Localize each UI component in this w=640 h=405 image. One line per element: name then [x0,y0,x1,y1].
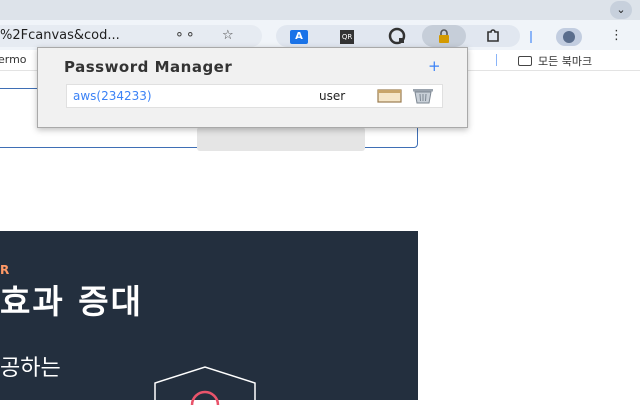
bookmark-item[interactable]: ermo [0,53,27,66]
tab-strip: ⌄ [0,0,640,20]
extensions-area: A QR [276,25,520,47]
browser-menu-icon[interactable]: ⋮ [610,28,623,43]
bookmark-star-icon[interactable]: ☆ [222,28,234,43]
hero-subtitle: 공하는 [0,356,61,381]
bookmarks-divider [496,54,497,66]
address-bar[interactable]: %2Fcanvas&cod... ⚬⚬ ☆ [0,25,262,47]
lock-extension-icon[interactable] [422,25,466,47]
all-bookmarks-label: 모든 북마크 [538,55,593,68]
extensions-puzzle-icon[interactable] [482,25,504,47]
qr-code-icon[interactable]: QR [336,25,358,47]
entry-site-link[interactable]: aws(234233) [73,89,152,103]
translate-extension-icon[interactable]: A [288,25,310,47]
password-manager-popup: Password Manager + aws(234233) user [37,47,468,128]
trash-icon[interactable] [411,88,435,104]
password-entry-row[interactable]: aws(234233) user [66,84,443,108]
add-entry-button[interactable]: + [428,57,441,75]
card-button[interactable] [197,127,365,151]
clipboard-icon[interactable] [377,89,402,103]
folder-icon [518,56,532,66]
popup-title: Password Manager [64,58,233,76]
hero-banner: R 효과 증대 공하는 [0,231,418,405]
password-key-icon[interactable]: ⚬⚬ [174,28,196,43]
hexagon-badge-icon [154,366,256,405]
browser-toolbar: %2Fcanvas&cod... ⚬⚬ ☆ A QR ⋮ [0,20,640,50]
url-text[interactable]: %2Fcanvas&cod... [0,28,120,43]
tab-search-button[interactable]: ⌄ [610,1,632,19]
avatar-icon [563,31,575,43]
hero-title: 효과 증대 [0,282,143,321]
chevron-down-icon: ⌄ [616,3,626,16]
entry-username: user [319,89,346,103]
profile-avatar[interactable] [556,28,582,46]
all-bookmarks-button[interactable]: 모든 북마크 [518,53,592,69]
screen-capture-extension-icon[interactable] [386,25,408,47]
toolbar-divider [530,31,532,43]
